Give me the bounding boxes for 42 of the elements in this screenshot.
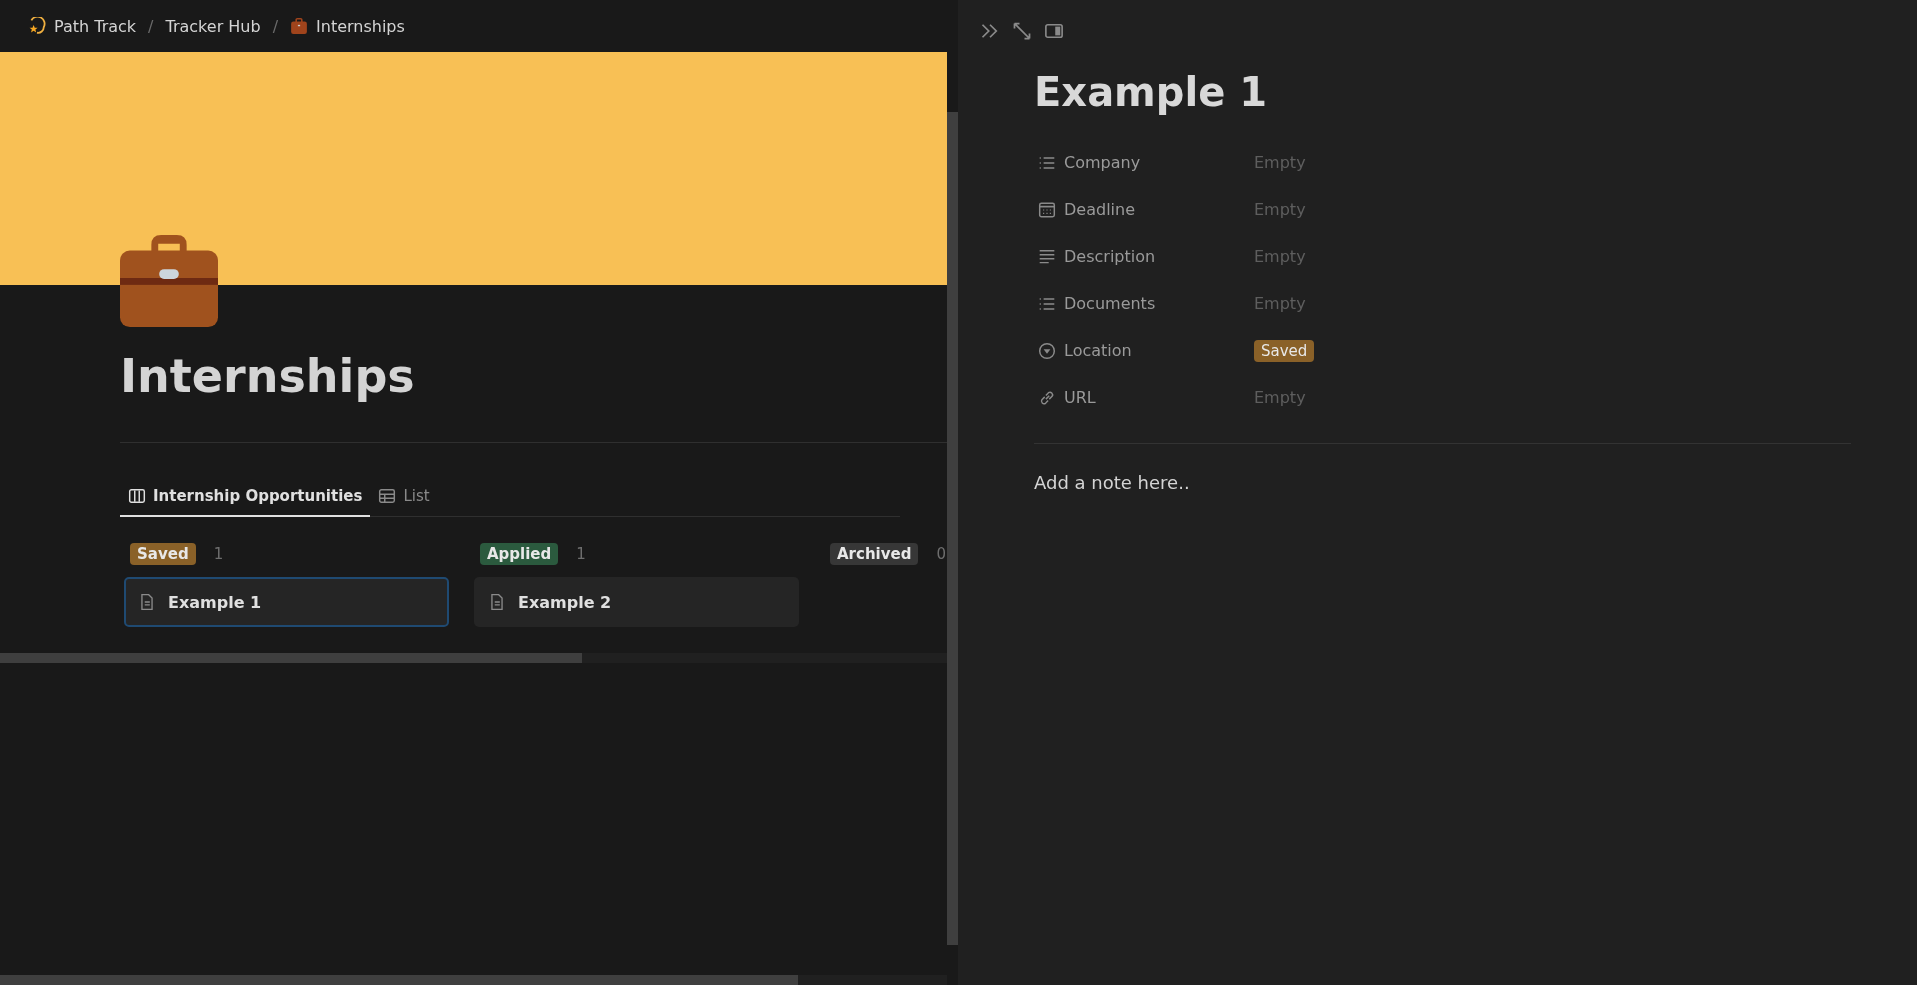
breadcrumb-link[interactable]: Internships [286, 14, 409, 38]
link-icon [1038, 388, 1056, 407]
card-count: 1 [576, 545, 586, 564]
horizontal-scrollbar[interactable] [0, 653, 947, 664]
board-icon [128, 487, 146, 506]
document-icon [138, 593, 156, 612]
table-icon [378, 487, 397, 506]
record-title: Example 1 [1034, 69, 1269, 115]
horizontal-scrollbar[interactable] [0, 975, 947, 985]
view-tab[interactable]: Internship Opportunities [120, 479, 371, 518]
page-title: Internships [120, 349, 416, 405]
card-count: 1 [213, 545, 224, 564]
briefcase-icon [290, 17, 309, 35]
property-label[interactable]: Deadline [1034, 200, 1254, 219]
card-title: Example 1 [168, 592, 262, 612]
breadcrumb-link[interactable]: Path Track [24, 14, 141, 38]
property-label[interactable]: Documents [1034, 294, 1254, 313]
collapse-icon[interactable] [980, 21, 1000, 41]
note-placeholder[interactable]: Add a note here.. [1034, 472, 1851, 493]
status-tag: Applied [480, 543, 559, 566]
star-icon [28, 17, 46, 35]
property-label[interactable]: Description [1034, 247, 1254, 266]
property-label[interactable]: Location [1034, 341, 1254, 360]
text-lines-icon [1038, 247, 1056, 266]
breadcrumb-link[interactable]: Tracker Hub [161, 14, 265, 38]
expand-icon[interactable] [1012, 21, 1032, 41]
property-label[interactable]: URL [1034, 388, 1254, 407]
board-card[interactable]: Example 2 [474, 577, 799, 628]
card-count: 0 [936, 545, 946, 564]
breadcrumb-separator: / [148, 16, 154, 36]
document-icon [488, 593, 506, 612]
status-tag: Archived [830, 543, 919, 566]
view-tab[interactable]: List [370, 479, 438, 518]
location-tag[interactable]: Saved [1254, 339, 1315, 362]
card-title: Example 2 [518, 592, 612, 612]
status-tag: Saved [130, 543, 196, 566]
breadcrumb-separator: / [272, 16, 279, 36]
dropdown-icon [1038, 341, 1056, 360]
calendar-icon [1038, 200, 1056, 219]
side-panel-icon[interactable] [1044, 21, 1064, 41]
board-card[interactable]: Example 1 [124, 577, 449, 628]
property-label[interactable]: Company [1034, 153, 1254, 172]
